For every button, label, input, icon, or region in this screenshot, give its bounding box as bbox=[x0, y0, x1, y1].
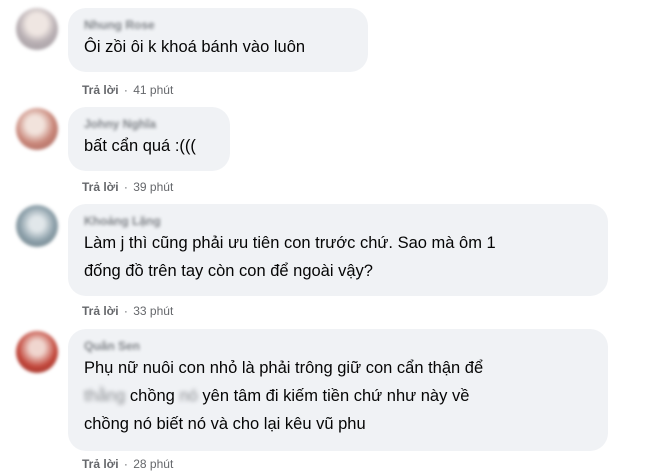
comment-text-line: Phụ nữ nuôi con nhỏ là phải trông giữ co… bbox=[84, 359, 484, 377]
reply-link[interactable]: Trả lời bbox=[82, 180, 119, 194]
meta-separator: · bbox=[123, 83, 128, 97]
comment-text: Ôi zồi ôi k khoá bánh vào luôn bbox=[84, 38, 306, 56]
comment-meta: Trả lời · 39 phút bbox=[82, 179, 173, 195]
reply-link[interactable]: Trả lời bbox=[82, 304, 119, 318]
comment-timestamp[interactable]: 33 phút bbox=[133, 304, 173, 318]
blurred-word: nó bbox=[179, 387, 198, 405]
avatar[interactable] bbox=[16, 8, 58, 50]
comment-timestamp[interactable]: 41 phút bbox=[133, 83, 173, 97]
comment-author[interactable]: Khoảng Lặng bbox=[84, 213, 594, 229]
comment-bubble: Quân Sen Phụ nữ nuôi con nhỏ là phải trô… bbox=[68, 329, 608, 451]
comment-bubble: Nhung Rose Ôi zồi ôi k khoá bánh vào luô… bbox=[68, 8, 368, 72]
comment-bubble: Johny Nghĩa bất cẩn quá :((( bbox=[68, 107, 230, 171]
comment-timestamp[interactable]: 39 phút bbox=[133, 180, 173, 194]
comment-meta: Trả lời · 33 phút bbox=[82, 303, 173, 319]
reply-link[interactable]: Trả lời bbox=[82, 457, 119, 471]
comment-meta: Trả lời · 41 phút bbox=[82, 82, 173, 98]
comment-text-line: thằng chồng nó yên tâm đi kiếm tiền chứ … bbox=[84, 382, 594, 410]
meta-separator: · bbox=[123, 304, 128, 318]
meta-separator: · bbox=[123, 457, 128, 471]
comment-text: bất cẩn quá :((( bbox=[84, 137, 196, 155]
comment-meta: Trả lời · 28 phút bbox=[82, 456, 173, 472]
comment-text-line: đống đồ trên tay còn con để ngoài vậy? bbox=[84, 262, 373, 280]
comment-author[interactable]: Johny Nghĩa bbox=[84, 116, 216, 132]
comment-author[interactable]: Nhung Rose bbox=[84, 17, 354, 33]
comment-text-line: Làm j thì cũng phải ưu tiên con trước ch… bbox=[84, 234, 496, 252]
blurred-word: thằng bbox=[84, 387, 126, 405]
comment-text-fragment: yên tâm đi kiếm tiền chứ như này về bbox=[202, 387, 470, 405]
meta-separator: · bbox=[123, 180, 128, 194]
comment-text-fragment: chồng bbox=[129, 387, 175, 405]
reply-link[interactable]: Trả lời bbox=[82, 83, 119, 97]
avatar[interactable] bbox=[16, 108, 58, 150]
comment-text-line: chồng nó biết nó và cho lại kêu vũ phu bbox=[84, 415, 366, 433]
comment-author[interactable]: Quân Sen bbox=[84, 338, 594, 354]
comment-timestamp[interactable]: 28 phút bbox=[133, 457, 173, 471]
avatar[interactable] bbox=[16, 205, 58, 247]
comment-bubble: Khoảng Lặng Làm j thì cũng phải ưu tiên … bbox=[68, 204, 608, 296]
avatar[interactable] bbox=[16, 331, 58, 373]
